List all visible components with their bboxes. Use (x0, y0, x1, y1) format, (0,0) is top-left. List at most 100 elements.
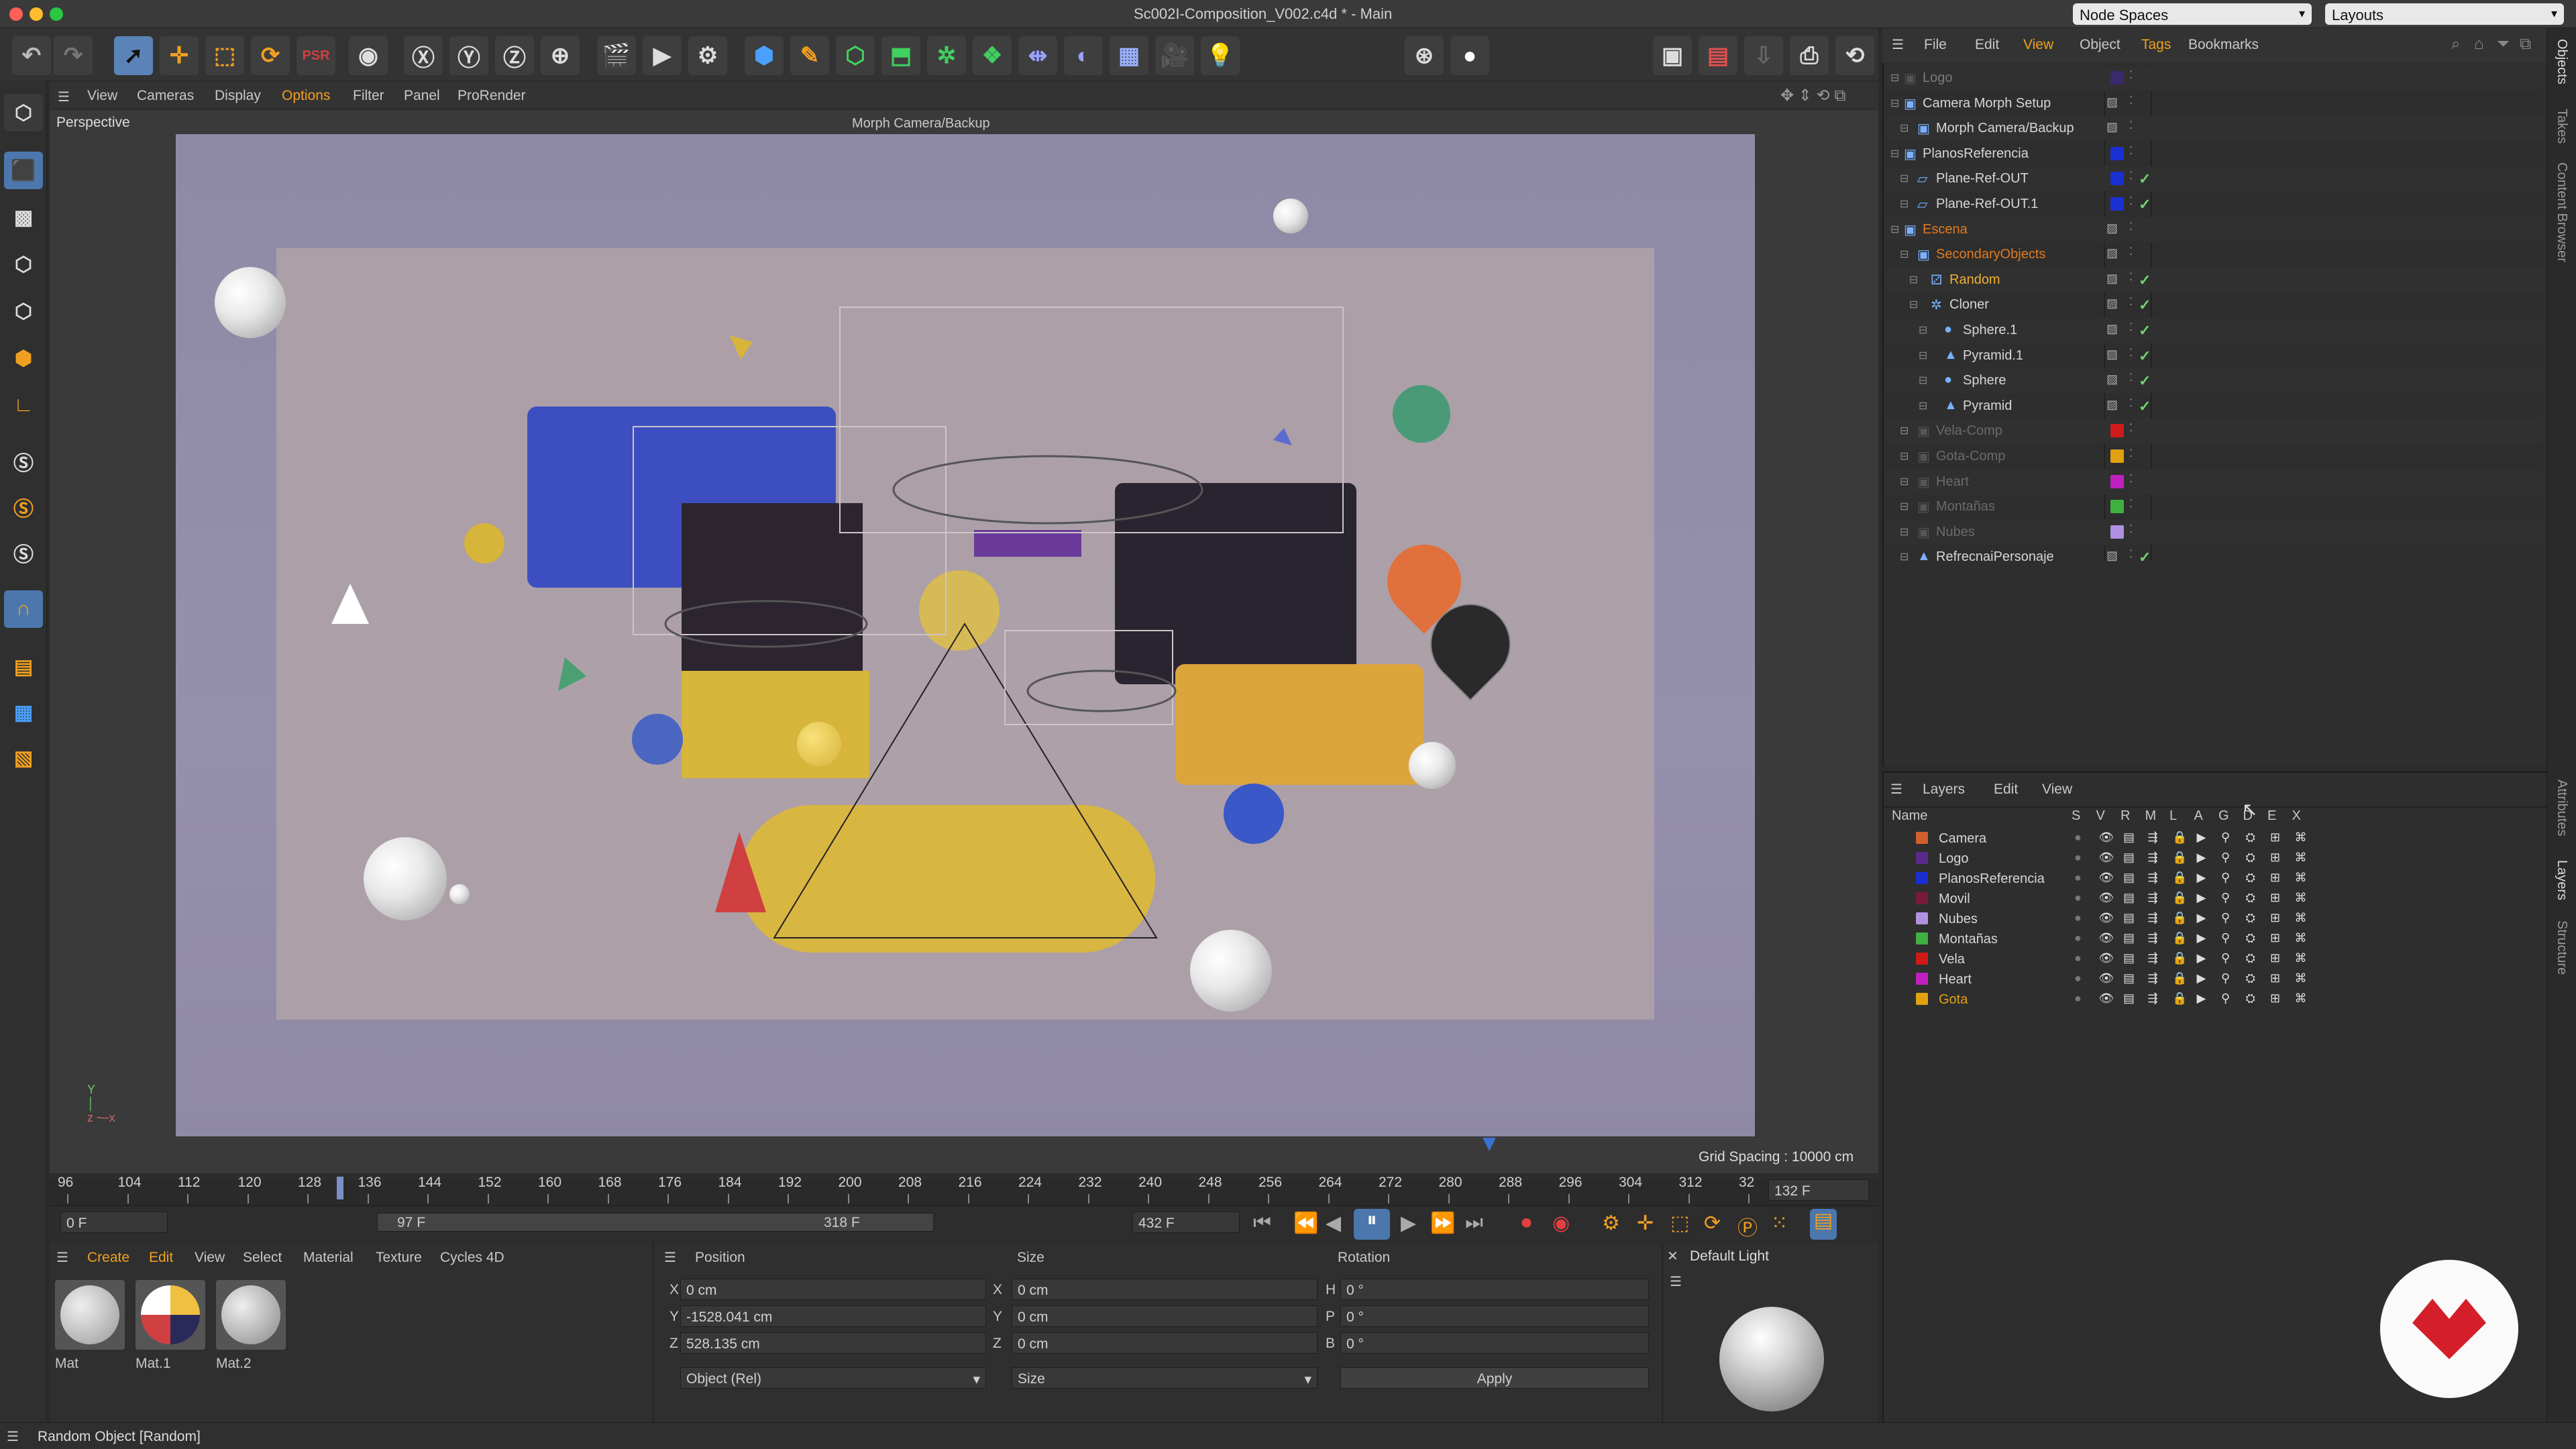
filter-icon[interactable]: ⏷ (2497, 35, 2510, 54)
layer-color-swatch[interactable] (2110, 172, 2124, 186)
view-icon[interactable]: 👁 (2099, 971, 2114, 985)
viewport-nav-icons[interactable]: ✥ ⇕ ⟲ ⧉ (1780, 86, 1845, 105)
menu-icon[interactable]: ☰ (664, 1249, 676, 1266)
generators-icon[interactable]: ⚲ (2221, 971, 2230, 985)
edit-render-icon[interactable]: ▨ (2106, 120, 2118, 134)
view-icon[interactable]: 👁 (2099, 871, 2114, 885)
generators-icon[interactable]: ⚲ (2221, 851, 2230, 865)
visibility-dots-icon[interactable]: ⁚ (2129, 169, 2133, 182)
subdivision-icon[interactable]: ⬡ (836, 36, 875, 75)
start-frame-field[interactable]: 0 F (60, 1212, 168, 1233)
record-icon[interactable]: ⏺ (1521, 1212, 1532, 1234)
layer-color-swatch[interactable] (1916, 832, 1928, 844)
octane-icon[interactable]: ● (1450, 36, 1489, 75)
layer-name[interactable]: PlanosReferencia (1939, 872, 2045, 885)
obj-menu-file[interactable]: File (1924, 38, 1947, 52)
model-mode-icon[interactable]: ⬛ (4, 152, 43, 189)
edit-render-icon[interactable]: ▨ (2106, 95, 2118, 109)
search-icon[interactable]: ⌕ (2451, 35, 2460, 54)
animation-icon[interactable]: ▶ (2197, 931, 2206, 945)
size-field[interactable]: 0 cm (1012, 1305, 1318, 1327)
manager-icon[interactable]: ⇶ (2148, 931, 2158, 945)
object-name[interactable]: Morph Camera/Backup (1936, 121, 2074, 135)
mat-menu-material[interactable]: Material (303, 1250, 354, 1265)
layer-menu-view[interactable]: View (2042, 782, 2072, 796)
menu-view[interactable]: View (87, 89, 117, 103)
points-mode-icon[interactable]: ⬡ (4, 246, 43, 283)
mograph-icon[interactable]: ❖ (973, 36, 1012, 75)
layer-menu-layers[interactable]: Layers (1923, 782, 1965, 796)
layer-color-swatch[interactable] (1916, 912, 1928, 924)
layer-color-swatch[interactable] (2110, 474, 2124, 488)
expressions-icon[interactable]: ⊞ (2270, 971, 2280, 985)
expand-toggle-icon[interactable]: ⊟ (1900, 172, 1909, 185)
layer-name[interactable]: Movil (1939, 892, 1970, 906)
layer-color-swatch[interactable] (1916, 872, 1928, 884)
layer-name[interactable]: Vela (1939, 953, 1965, 966)
edit-render-icon[interactable]: ▨ (2106, 372, 2118, 386)
visibility-dots-icon[interactable]: ⁚ (2129, 295, 2133, 309)
light-icon[interactable]: 💡 (1201, 36, 1240, 75)
magnet-icon[interactable]: ∩ (4, 590, 43, 628)
layer-name[interactable]: Gota (1939, 993, 1968, 1006)
obj-menu-tags[interactable]: Tags (2141, 38, 2171, 52)
go-to-start-icon[interactable]: ⏮ (1253, 1212, 1271, 1234)
manager-icon[interactable]: ⇶ (2148, 971, 2158, 985)
animation-icon[interactable]: ▶ (2197, 871, 2206, 885)
enabled-check-icon[interactable]: ✓ (2139, 297, 2151, 314)
object-row[interactable]: ⊟ ▣ Vela-Comp ⁚ (1885, 419, 2542, 444)
side-tab-content-browser[interactable]: Content Browser (2554, 162, 2569, 262)
object-row[interactable]: ⊟ ▣ Montañas ⁚ (1885, 494, 2542, 519)
minimize-window-button[interactable] (30, 7, 43, 21)
visibility-dots-icon[interactable]: ⁚ (2129, 396, 2133, 410)
object-row[interactable]: ⊟ ▣ Escena ▨ ⁚ (1885, 217, 2542, 242)
timeline-window-icon[interactable]: ▤ (1810, 1209, 1837, 1240)
solo-icon[interactable]: ● (2074, 991, 2082, 1006)
enabled-check-icon[interactable]: ✓ (2139, 347, 2151, 365)
layer-column-header[interactable]: Name (1892, 809, 1927, 822)
render-picture-icon[interactable]: ▶ (643, 36, 682, 75)
solo-icon[interactable]: ● (2074, 871, 2082, 885)
psr-icon[interactable]: PSR (297, 36, 335, 75)
menu-display[interactable]: Display (215, 89, 261, 103)
enabled-check-icon[interactable]: ✓ (2139, 398, 2151, 415)
export-icon[interactable]: ⇩ (1744, 36, 1783, 75)
object-name[interactable]: Montañas (1936, 500, 1995, 513)
visibility-dots-icon[interactable]: ⁚ (2129, 119, 2133, 132)
xref-icon[interactable]: ⌘ (2295, 951, 2307, 965)
material-swatch-mat[interactable] (55, 1280, 125, 1350)
object-row[interactable]: ⊟ ▣ Heart ⁚ (1885, 469, 2542, 494)
animation-icon[interactable]: ▶ (2197, 891, 2206, 905)
expand-toggle-icon[interactable]: ⊟ (1900, 197, 1909, 211)
animation-icon[interactable]: ▶ (2197, 851, 2206, 865)
deformer-icon[interactable]: ⇹ (1018, 36, 1057, 75)
edit-render-icon[interactable]: ▨ (2106, 297, 2118, 311)
render-icon[interactable]: ▤ (2123, 871, 2135, 885)
close-icon[interactable]: ✕ (1667, 1248, 1678, 1265)
side-tab-objects[interactable]: Objects (2554, 39, 2569, 85)
manager-icon[interactable]: ⇶ (2148, 951, 2158, 965)
object-name[interactable]: Escena (1923, 223, 1968, 236)
object-name[interactable]: Plane-Ref-OUT (1936, 172, 2029, 185)
solo-icon[interactable]: ● (2074, 951, 2082, 965)
layer-row[interactable]: Movil ● 👁 ▤ ⇶ 🔒 ▶ ⚲ ⛭ ⊞ ⌘ (1886, 890, 2544, 910)
expand-toggle-icon[interactable]: ⊟ (1900, 248, 1909, 261)
object-row[interactable]: ⊟ ▣ Logo ⁚ (1885, 66, 2542, 91)
rotation-field[interactable]: 0 ° (1340, 1305, 1649, 1327)
layer-row[interactable]: Logo ● 👁 ▤ ⇶ 🔒 ▶ ⚲ ⛭ ⊞ ⌘ (1886, 849, 2544, 869)
node-spaces-dropdown[interactable]: Node Spaces ▾ (2073, 3, 2312, 25)
mat-menu-cycles4d[interactable]: Cycles 4D (440, 1250, 504, 1265)
expand-toggle-icon[interactable]: ⊟ (1919, 374, 1927, 387)
object-name[interactable]: Cloner (1949, 298, 1989, 311)
playhead[interactable] (337, 1177, 343, 1199)
obj-menu-edit[interactable]: Edit (1975, 38, 1999, 52)
layer-column-header[interactable]: D (2243, 809, 2253, 822)
deformers-icon[interactable]: ⛭ (2246, 971, 2255, 985)
layer-menu-edit[interactable]: Edit (1994, 782, 2018, 796)
visibility-dots-icon[interactable]: ⁚ (2129, 523, 2133, 536)
menu-prorender[interactable]: ProRender (458, 89, 526, 103)
generators-icon[interactable]: ⚲ (2221, 911, 2230, 925)
planar-workplane-icon[interactable]: ▧ (4, 739, 43, 777)
texture-mode-icon[interactable]: ▩ (4, 199, 43, 236)
object-row[interactable]: ⊟ ✲ Cloner ▨ ⁚ ✓ (1885, 292, 2542, 317)
